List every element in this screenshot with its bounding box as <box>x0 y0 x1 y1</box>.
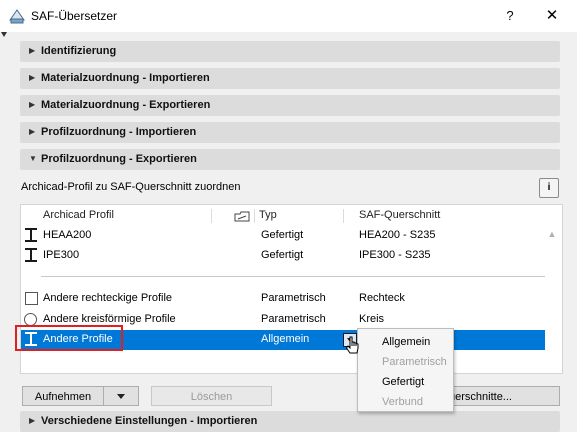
sort-type-icon[interactable] <box>234 210 250 222</box>
mouse-pointer-icon <box>345 336 359 354</box>
section-label: Verschiedene Einstellungen - Importieren <box>41 415 258 427</box>
profile-type[interactable]: Gefertigt <box>261 229 303 241</box>
i-beam-icon <box>25 228 37 242</box>
section-label: Identifizierung <box>41 45 117 57</box>
i-beam-icon <box>25 248 37 262</box>
saf-translator-dialog: SAF-Übersetzer ? ✕ ▶ Identifizierung ▶ M… <box>0 0 577 432</box>
highlight-frame <box>15 325 123 351</box>
column-header-saf[interactable]: SAF-Querschnitt <box>359 209 440 221</box>
saf-section[interactable]: Rechteck <box>359 292 405 304</box>
section-material-import[interactable]: ▶ Materialzuordnung - Importieren <box>20 68 560 89</box>
title-bar: SAF-Übersetzer ? ✕ <box>0 0 577 32</box>
table-row[interactable]: IPE300 Gefertigt IPE300 - S235 <box>21 246 545 266</box>
profile-type[interactable]: Parametrisch <box>261 292 326 304</box>
chevron-right-icon: ▶ <box>29 100 36 109</box>
table-row-selected[interactable]: Andere Profile Allgemein <box>15 325 545 351</box>
scroll-up-icon[interactable]: ▲ <box>547 229 557 239</box>
menu-item-parametrisch: Parametrisch <box>382 356 447 368</box>
menu-item-verbund: Verbund <box>382 396 423 408</box>
profile-name: Andere rechteckige Profile <box>43 292 173 304</box>
saf-section[interactable]: Kreis <box>359 313 384 325</box>
info-icon[interactable]: i <box>539 178 559 198</box>
list-divider <box>41 276 545 277</box>
chevron-right-icon: ▶ <box>29 416 36 425</box>
section-profil-import[interactable]: ▶ Profilzuordnung - Importieren <box>20 122 560 143</box>
profile-mapping-description: Archicad-Profil zu SAF-Querschnitt zuord… <box>21 181 241 193</box>
section-label: Materialzuordnung - Exportieren <box>41 99 211 111</box>
chevron-right-icon: ▶ <box>29 73 36 82</box>
profile-name: Andere kreisförmige Profile <box>43 313 176 325</box>
close-button[interactable]: ✕ <box>537 3 567 29</box>
checkbox-icon <box>25 292 38 305</box>
menu-item-allgemein[interactable]: Allgemein <box>382 336 430 348</box>
menu-item-gefertigt[interactable]: Gefertigt <box>382 376 424 388</box>
section-material-export[interactable]: ▶ Materialzuordnung - Exportieren <box>20 95 560 116</box>
section-label: Profilzuordnung - Importieren <box>41 126 197 138</box>
profile-type[interactable]: Gefertigt <box>261 249 303 261</box>
chevron-down-icon: ▼ <box>29 154 37 163</box>
column-header-type[interactable]: Typ <box>259 209 277 221</box>
profile-type[interactable]: Parametrisch <box>261 313 326 325</box>
chevron-right-icon: ▶ <box>29 46 36 55</box>
column-separator <box>254 209 255 223</box>
table-row[interactable]: Andere rechteckige Profile Parametrisch … <box>21 289 545 309</box>
help-button[interactable]: ? <box>497 3 523 29</box>
aufnehmen-button[interactable]: Aufnehmen <box>22 386 104 406</box>
section-label: Profilzuordnung - Exportieren <box>41 153 197 165</box>
window-title: SAF-Übersetzer <box>31 9 118 23</box>
column-separator <box>211 209 212 223</box>
column-header-profile[interactable]: Archicad Profil <box>43 209 114 221</box>
column-separator <box>343 209 344 223</box>
profile-type[interactable]: Allgemein <box>261 333 309 345</box>
saf-section[interactable]: IPE300 - S235 <box>359 249 431 261</box>
section-label: Materialzuordnung - Importieren <box>41 72 210 84</box>
aufnehmen-dropdown-arrow[interactable] <box>103 386 139 406</box>
resize-marker-icon <box>1 32 7 37</box>
section-misc-import[interactable]: ▶ Verschiedene Einstellungen - Importier… <box>20 411 560 432</box>
profile-mapping-list[interactable]: Archicad Profil Typ SAF-Querschnitt ▲ HE… <box>15 204 563 374</box>
saf-section[interactable]: HEA200 - S235 <box>359 229 435 241</box>
profile-name: IPE300 <box>43 249 80 261</box>
section-identifizierung[interactable]: ▶ Identifizierung <box>20 41 560 62</box>
archicad-app-icon <box>9 9 25 24</box>
loeschen-button[interactable]: Löschen <box>151 386 272 406</box>
chevron-right-icon: ▶ <box>29 127 36 136</box>
table-row[interactable]: HEAA200 Gefertigt HEA200 - S235 <box>21 226 545 246</box>
section-profil-export[interactable]: ▼ Profilzuordnung - Exportieren <box>20 149 560 170</box>
profile-name: HEAA200 <box>43 229 92 241</box>
type-dropdown-menu: Allgemein Parametrisch Gefertigt Verbund <box>357 328 454 412</box>
